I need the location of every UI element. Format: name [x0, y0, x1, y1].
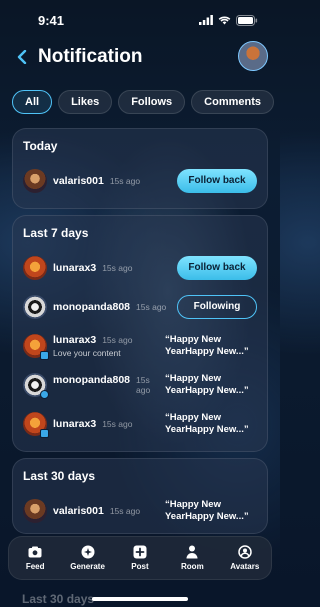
section-title: Today — [23, 139, 58, 153]
status-time: 9:41 — [38, 12, 65, 28]
comment-text: Love your content — [53, 347, 121, 358]
avatar[interactable] — [23, 498, 47, 523]
bookmark-badge-icon — [40, 428, 49, 438]
nav-avatars[interactable]: Avatars — [221, 545, 269, 571]
post-caption[interactable]: “Happy New YearHappy New...” — [165, 412, 257, 436]
comment-badge-icon — [40, 350, 49, 360]
filter-follows[interactable]: Follows — [118, 90, 186, 114]
nav-label: Generate — [70, 562, 105, 571]
battery-icon — [236, 14, 258, 26]
filter-likes[interactable]: Likes — [58, 90, 113, 114]
section-title: Last 7 days — [23, 226, 89, 240]
notification-row[interactable]: lunarax3 15s ago Love your content “Happ… — [23, 326, 257, 365]
timestamp: 15s ago — [109, 505, 141, 516]
nav-label: Feed — [25, 562, 45, 571]
notification-row[interactable]: lunarax3 15s ago “Happy New YearHappy Ne… — [23, 404, 257, 443]
post-caption[interactable]: “Happy New YearHappy New...” — [165, 373, 257, 397]
follow-back-button[interactable]: Follow back — [177, 255, 257, 280]
wifi-icon — [218, 16, 231, 25]
timestamp: 15s ago — [102, 418, 133, 429]
home-indicator — [92, 597, 188, 601]
timestamp: 15s ago — [109, 175, 141, 186]
nav-generate[interactable]: Generate — [64, 545, 112, 571]
avatar[interactable] — [23, 372, 49, 399]
status-icons — [199, 14, 258, 26]
notification-row[interactable]: monopanda808 15s ago Following — [23, 287, 257, 326]
like-badge-icon — [40, 389, 49, 399]
timestamp: 15s ago — [102, 334, 133, 345]
nav-label: Avatars — [230, 562, 260, 571]
avatar[interactable] — [23, 411, 49, 438]
following-button[interactable]: Following — [177, 294, 257, 319]
signal-icon — [199, 15, 213, 25]
profile-avatar[interactable] — [238, 41, 268, 71]
username[interactable]: lunarax3 — [53, 334, 96, 346]
filter-tabs: All Likes Follows Comments — [12, 90, 274, 114]
username[interactable]: lunarax3 — [53, 418, 96, 430]
section-title-peek: Last 30 days — [22, 592, 95, 606]
timestamp: 15s ago — [136, 301, 167, 312]
sparkle-icon — [81, 545, 95, 559]
chevron-left-icon — [17, 50, 27, 64]
username[interactable]: valaris001 — [53, 505, 104, 517]
user-circle-icon — [238, 545, 252, 559]
notification-row[interactable]: valaris001 15s ago “Happy New YearHappy … — [23, 491, 257, 530]
notification-row[interactable]: valaris001 15s ago Follow back — [23, 161, 257, 200]
plus-square-icon — [133, 545, 147, 559]
page-title: Notification — [38, 46, 143, 67]
person-icon — [185, 545, 199, 559]
follow-back-button[interactable]: Follow back — [177, 168, 257, 193]
post-caption[interactable]: “Happy New YearHappy New...” — [165, 334, 257, 358]
avatar[interactable] — [23, 333, 49, 360]
filter-comments[interactable]: Comments — [191, 90, 274, 114]
nav-room[interactable]: Room — [168, 545, 216, 571]
timestamp: 15s ago — [136, 375, 151, 395]
section-title: Last 30 days — [23, 469, 96, 483]
header: Notification — [0, 40, 280, 74]
nav-label: Room — [181, 562, 204, 571]
section-today: Today valaris001 15s ago Follow back — [12, 128, 268, 209]
bottom-nav: Feed Generate Post Room Avatars — [8, 536, 272, 580]
username[interactable]: valaris001 — [53, 175, 104, 187]
back-button[interactable] — [12, 45, 32, 69]
camera-icon — [28, 545, 42, 559]
avatar[interactable] — [23, 294, 47, 319]
nav-post[interactable]: Post — [116, 545, 164, 571]
username[interactable]: monopanda808 — [53, 301, 130, 313]
section-last-30-days: Last 30 days valaris001 15s ago “Happy N… — [12, 458, 268, 534]
username[interactable]: monopanda808 — [53, 374, 130, 386]
notification-row[interactable]: monopanda808 15s ago “Happy New YearHapp… — [23, 365, 257, 404]
timestamp: 15s ago — [102, 262, 133, 273]
section-last-7-days: Last 7 days lunarax3 15s ago Follow back… — [12, 215, 268, 452]
nav-label: Post — [131, 562, 149, 571]
nav-feed[interactable]: Feed — [11, 545, 59, 571]
avatar[interactable] — [23, 255, 47, 280]
avatar[interactable] — [23, 168, 47, 193]
notification-row[interactable]: lunarax3 15s ago Follow back — [23, 248, 257, 287]
filter-all[interactable]: All — [12, 90, 53, 114]
post-caption[interactable]: “Happy New YearHappy New...” — [165, 499, 257, 523]
username[interactable]: lunarax3 — [53, 262, 96, 274]
status-bar: 9:41 — [0, 0, 280, 40]
